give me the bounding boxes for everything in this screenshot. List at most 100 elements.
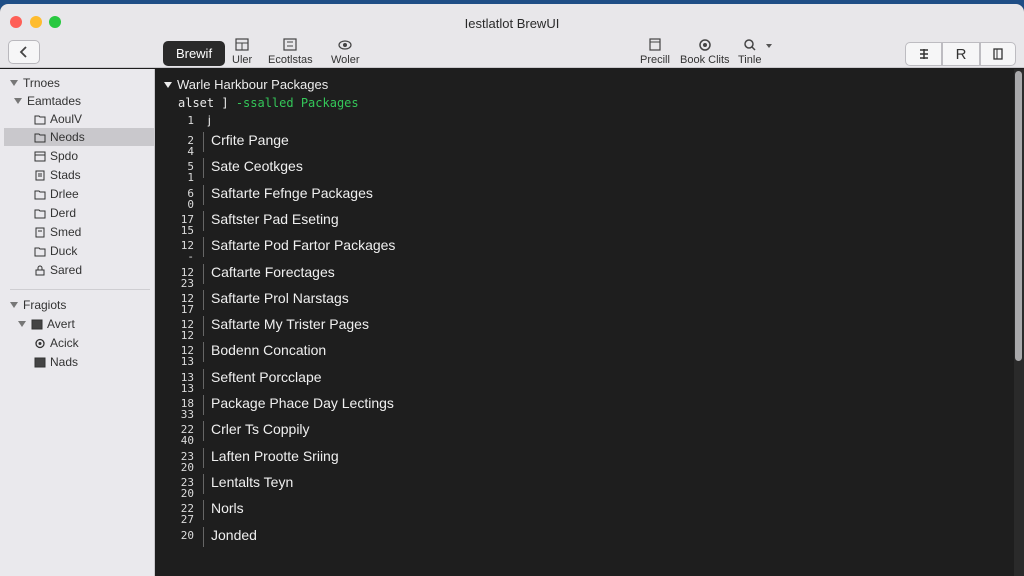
sliders-icon (283, 38, 297, 51)
window-icon (649, 38, 661, 51)
gutter-divider (203, 316, 204, 337)
view-segment-3[interactable] (980, 42, 1016, 66)
package-name: Jonded (211, 526, 257, 543)
package-row[interactable]: 22 40 Crler Ts Coppily (156, 418, 1014, 446)
sidebar-item-label: Stads (50, 168, 81, 182)
package-row[interactable]: 20 Jonded (156, 524, 1014, 550)
gutter-divider (203, 184, 204, 205)
toolbar-right-tool-3[interactable]: Tinle (738, 38, 761, 66)
package-row[interactable]: 12 12 Saftarte My Trister Pages (156, 313, 1014, 341)
sidebar-item-8[interactable]: Duck (4, 242, 155, 260)
package-row[interactable]: 18 33 Package Phace Day Lectings (156, 392, 1014, 420)
package-name: Saftarte My Trister Pages (211, 316, 369, 333)
package-group-header[interactable]: Warle Harkbour Packages (164, 77, 328, 92)
package-row[interactable]: 12 23 Caftarte Forectages (156, 261, 1014, 289)
package-row[interactable]: 5 1 Sate Ceotkges (156, 155, 1014, 183)
sidebar-item-2[interactable]: Neods (4, 128, 155, 146)
toolbar-right-tool-2-label: Book Clits (680, 54, 730, 66)
sidebar: Trnoes Eamtades AoulV Neods Spdo Stads D… (0, 69, 155, 576)
sidebar-section-2[interactable]: Fragiots (10, 298, 66, 312)
back-button[interactable] (8, 40, 40, 64)
sidebar-item-5[interactable]: Drlee (4, 185, 155, 203)
package-row[interactable]: 12 17 Saftarte Prol Narstags (156, 287, 1014, 315)
gutter-divider (203, 500, 204, 521)
sidebar-section-2-label: Fragiots (23, 298, 67, 312)
chevron-down-icon[interactable] (766, 44, 772, 48)
folder-icon (34, 133, 46, 142)
folder-icon (34, 115, 46, 124)
sidebar-item-10[interactable]: Acick (4, 334, 155, 352)
gutter-divider (203, 368, 204, 389)
package-name: Saftster Pad Eseting (211, 210, 339, 227)
toolbar-right-tool-1[interactable]: Precill (640, 38, 670, 66)
package-name: Caftarte Forectages (211, 263, 335, 280)
toolbar-tool-3-label: Woler (331, 54, 360, 66)
sidebar-item-3[interactable]: Spdo (4, 147, 155, 165)
list-item-text: j (208, 113, 211, 127)
sidebar-section-1[interactable]: Trnoes (10, 76, 60, 90)
package-row[interactable]: 23 20 Laften Prootte Sriing (156, 445, 1014, 473)
package-name: Bodenn Concation (211, 342, 327, 359)
browse-button[interactable]: Brewif (163, 41, 225, 66)
disclosure-triangle-icon (10, 80, 18, 86)
toolbar-right-tool-1-label: Precill (640, 54, 670, 66)
sidebar-item-label: Derd (50, 206, 77, 220)
package-row[interactable]: 23 20 Lentalts Teyn (156, 471, 1014, 499)
toolbar-tool-3[interactable]: Woler (331, 38, 360, 66)
view-segment-1[interactable] (905, 42, 942, 66)
toolbar-right-tool-2[interactable]: Book Clits (680, 38, 730, 66)
gutter-divider (203, 132, 204, 152)
panel-icon (993, 48, 1003, 60)
lock-icon (35, 265, 45, 275)
window-title: Iestlatlot BrewUI (464, 16, 560, 31)
package-row[interactable]: 17 15 Saftster Pad Eseting (156, 208, 1014, 236)
sidebar-item-label: Neods (50, 130, 85, 144)
sidebar-group-2[interactable]: Avert (4, 315, 155, 333)
sidebar-item-9[interactable]: Sared (4, 261, 155, 279)
chevron-left-icon (19, 46, 27, 58)
package-name: Laften Prootte Sriing (211, 447, 339, 464)
package-group-title: Warle Harkbour Packages (177, 77, 329, 92)
disclosure-triangle-icon (10, 302, 18, 308)
sidebar-group-1[interactable]: Eamtades (14, 94, 81, 108)
sidebar-item-label: AoulV (50, 112, 83, 126)
sidebar-item-7[interactable]: Smed (4, 223, 155, 241)
sidebar-item-4[interactable]: Stads (4, 166, 155, 184)
package-row[interactable]: 22 27 Norls (156, 497, 1014, 525)
disclosure-triangle-icon (164, 81, 172, 88)
sidebar-item-11[interactable]: Nads (4, 353, 155, 371)
document-icon (35, 170, 45, 180)
sidebar-item-label: Acick (50, 336, 79, 350)
package-icon (34, 151, 46, 161)
gutter-divider (203, 526, 204, 547)
disclosure-triangle-icon (14, 98, 22, 104)
package-list-pane: Warle Harkbour Packages alset ] -ssalled… (156, 69, 1014, 576)
toolbar-right-tool-3-label: Tinle (738, 54, 762, 66)
package-row[interactable]: 12- Saftarte Pod Fartor Packages (156, 234, 1014, 262)
package-row[interactable]: 12 13 Bodenn Concation (156, 339, 1014, 367)
sidebar-group-1-label: Eamtades (27, 94, 82, 108)
package-row[interactable]: 6 0 Saftarte Fefnge Packages (156, 182, 1014, 210)
line-number: 12 (180, 265, 194, 279)
toolbar-tool-2[interactable]: Ecotlstas (268, 38, 313, 66)
toolbar-tool-1[interactable]: Uler (232, 38, 252, 66)
eye-icon (338, 40, 352, 50)
sidebar-item-label: Nads (50, 355, 79, 369)
gutter-divider (203, 395, 204, 415)
app-window: Iestlatlot BrewUI Brewif Uler Ecotlstas … (0, 4, 1024, 576)
sidebar-item-label: Duck (50, 244, 78, 258)
package-name: Saftarte Pod Fartor Packages (211, 237, 396, 254)
package-name: Norls (211, 500, 244, 517)
package-row[interactable]: 2 4 Crfite Pange (156, 129, 1014, 157)
folder-icon (34, 209, 46, 218)
line-number: 6 (187, 186, 194, 200)
gutter-divider (203, 473, 204, 494)
sidebar-item-1[interactable]: AoulV (4, 110, 155, 128)
package-name: Sate Ceotkges (211, 158, 303, 175)
package-row[interactable]: 13 13 Seftent Porcclape (156, 366, 1014, 394)
view-segment-2[interactable]: R (942, 42, 980, 66)
sidebar-item-6[interactable]: Derd (4, 204, 155, 222)
scrollbar-thumb[interactable] (1015, 71, 1022, 361)
sidebar-item-label: Drlee (50, 187, 79, 201)
package-name: Crfite Pange (211, 132, 289, 148)
